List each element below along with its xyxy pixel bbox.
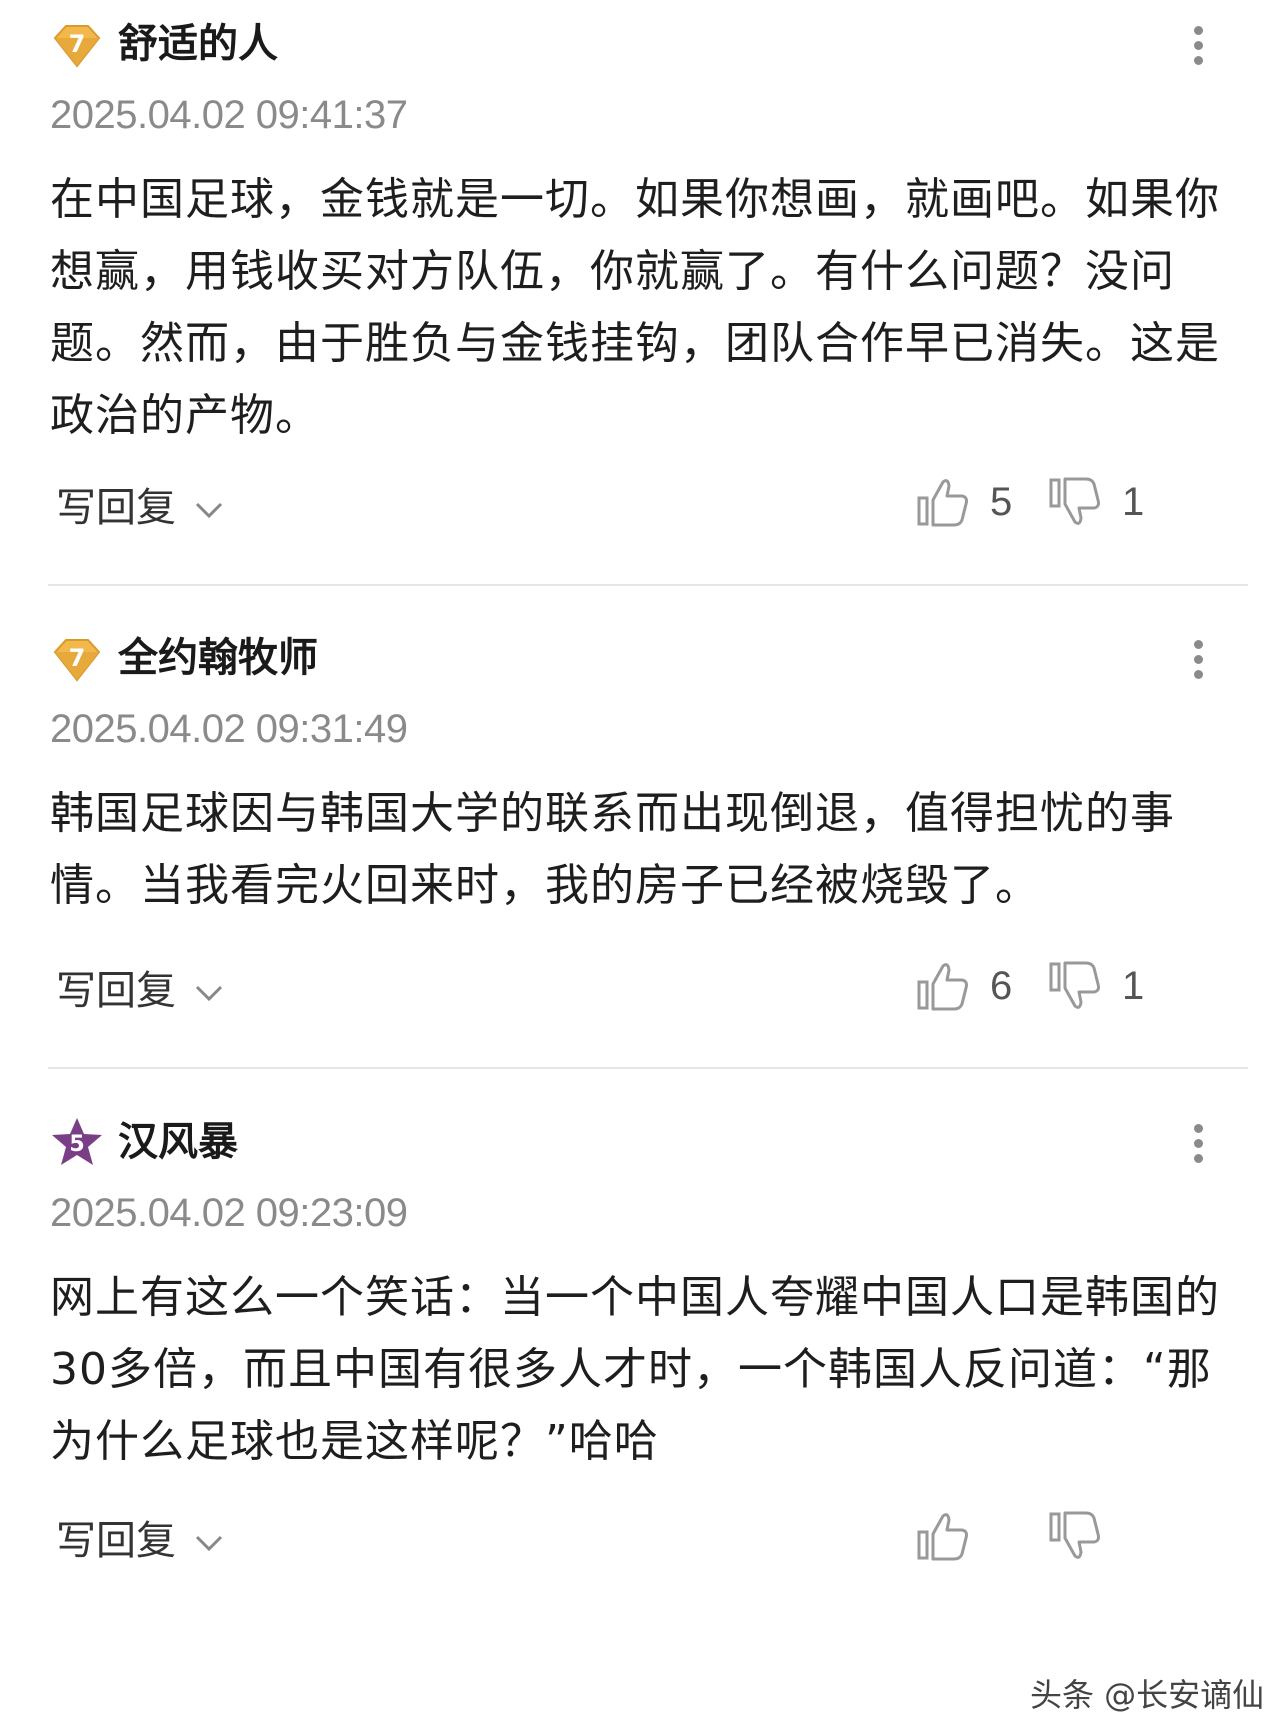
chevron-down-icon (194, 500, 224, 520)
reply-label: 写回复 (56, 485, 176, 531)
reply-label: 写回复 (56, 968, 176, 1014)
reply-label: 写回复 (56, 1518, 176, 1564)
like-button[interactable] (916, 1508, 972, 1564)
more-options-icon[interactable] (1188, 22, 1208, 70)
level-badge-gold-icon: 7 (50, 634, 104, 686)
dislike-count: 1 (1122, 963, 1145, 1008)
timestamp: 2025.04.02 09:23:09 (50, 1191, 408, 1235)
level-number: 7 (69, 30, 86, 58)
comment-text: 韩国足球因与韩国大学的联系而出现倒退，值得担忧的事情。当我看完火回来时，我的房子… (50, 788, 1175, 911)
divider (48, 584, 1248, 586)
timestamp: 2025.04.02 09:31:49 (50, 707, 408, 751)
divider (48, 1067, 1248, 1069)
thumbs-down-icon (1048, 1508, 1104, 1564)
comment-text: 网上有这么一个笑话：当一个中国人夸耀中国人口是韩国的30多倍，而且中国有很多人才… (50, 1272, 1220, 1467)
write-reply-button[interactable]: 写回复 (56, 483, 224, 533)
timestamp: 2025.04.02 09:41:37 (50, 93, 408, 137)
thumbs-up-icon (916, 1508, 972, 1564)
like-button[interactable]: 5 (916, 474, 1012, 530)
username[interactable]: 舒适的人 (118, 18, 278, 70)
level-number: 7 (69, 644, 86, 672)
more-options-icon[interactable] (1188, 1120, 1208, 1168)
level-badge-purple-star-icon: 5 (50, 1116, 104, 1168)
thumbs-up-icon (916, 474, 972, 530)
write-reply-button[interactable]: 写回复 (56, 966, 224, 1016)
level-number: 5 (69, 1132, 84, 1157)
username[interactable]: 汉风暴 (118, 1116, 238, 1168)
more-options-icon[interactable] (1188, 636, 1208, 684)
username[interactable]: 全约翰牧师 (118, 632, 318, 684)
dislike-button[interactable] (1048, 1508, 1104, 1564)
like-count: 5 (990, 479, 1013, 524)
dislike-count: 1 (1122, 479, 1145, 524)
chevron-down-icon (194, 1533, 224, 1553)
thumbs-down-icon (1048, 958, 1104, 1014)
dislike-button[interactable]: 1 (1048, 958, 1144, 1014)
dislike-button[interactable]: 1 (1048, 474, 1144, 530)
chevron-down-icon (194, 983, 224, 1003)
like-button[interactable]: 6 (916, 958, 1012, 1014)
comment-text: 在中国足球，金钱就是一切。如果你想画，就画吧。如果你想赢，用钱收买对方队伍，你就… (50, 174, 1220, 441)
like-count: 6 (990, 963, 1013, 1008)
watermark: 头条 @长安谪仙 (1030, 1676, 1265, 1714)
level-badge-gold-icon: 7 (50, 20, 104, 72)
thumbs-up-icon (916, 958, 972, 1014)
write-reply-button[interactable]: 写回复 (56, 1516, 224, 1566)
thumbs-down-icon (1048, 474, 1104, 530)
